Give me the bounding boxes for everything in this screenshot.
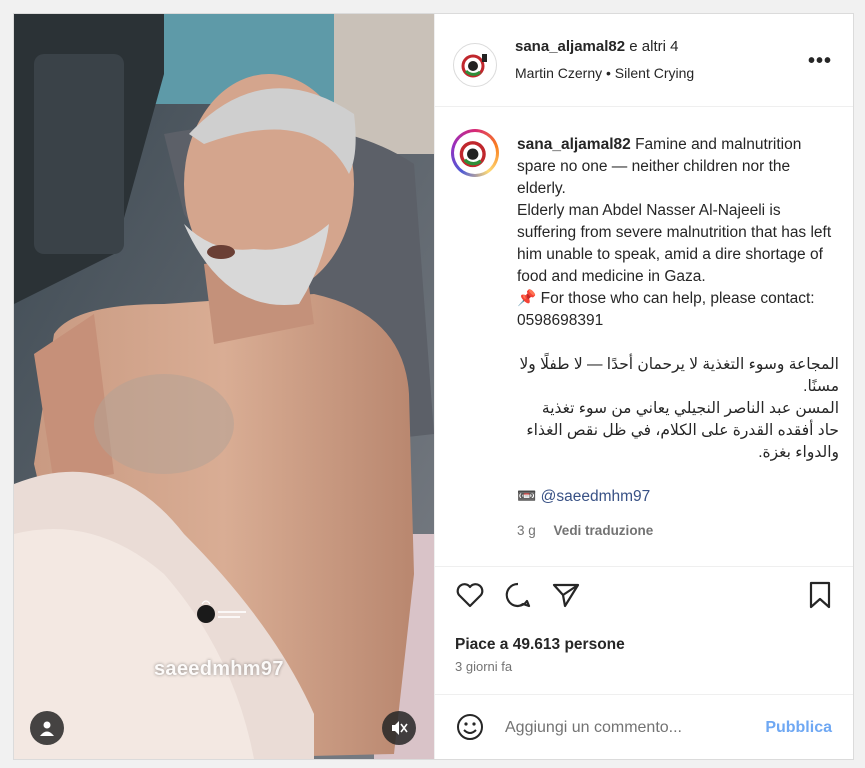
post-caption: sana_aljamal82 Famine and malnutrition s… bbox=[517, 134, 839, 508]
caption-body-ar: المسن عبد الناصر النجيلي يعاني من سوء تغ… bbox=[526, 400, 839, 461]
post-date: 3 giorni fa bbox=[455, 659, 513, 674]
more-options-button[interactable]: ••• bbox=[808, 50, 832, 73]
post-media[interactable]: saeedmhm97 bbox=[14, 14, 434, 759]
translate-link[interactable]: Vedi traduzione bbox=[554, 523, 654, 538]
post-header: sana_aljamal82 e altri 4 Martin Czerny •… bbox=[435, 14, 853, 107]
caption-username[interactable]: sana_aljamal82 bbox=[517, 136, 631, 153]
caption-avatar[interactable] bbox=[451, 129, 499, 177]
coauthors-link[interactable]: e altri 4 bbox=[625, 38, 678, 55]
audio-track[interactable]: Martin Czerny • Silent Crying bbox=[515, 65, 694, 81]
caption-author-logo-icon bbox=[459, 141, 486, 168]
comment-input[interactable]: Aggiungi un commento... bbox=[505, 719, 682, 737]
post-photo bbox=[14, 14, 434, 759]
more-icon: ••• bbox=[807, 50, 832, 72]
post-dialog: saeedmhm97 sana_aljamal82 e altri 4 Mart… bbox=[13, 13, 854, 760]
user-tag-button[interactable] bbox=[30, 711, 64, 745]
caption-intro-ar: المجاعة وسوء التغذية لا يرحمان أحدًا — ل… bbox=[519, 356, 839, 395]
send-icon[interactable] bbox=[551, 580, 581, 610]
watermark-logo bbox=[197, 600, 246, 623]
divider bbox=[435, 566, 853, 567]
emoji-icon[interactable] bbox=[455, 712, 485, 742]
header-title: sana_aljamal82 e altri 4 bbox=[515, 38, 678, 55]
author-username[interactable]: sana_aljamal82 bbox=[515, 38, 625, 55]
caption-age: 3 g bbox=[517, 523, 536, 538]
mention-link[interactable]: @saeedmhm97 bbox=[541, 488, 651, 505]
muted-speaker-icon bbox=[392, 721, 408, 735]
media-watermark: saeedmhm97 bbox=[154, 658, 284, 680]
likes-count[interactable]: Piace a 49.613 persone bbox=[455, 636, 625, 654]
post-panel: sana_aljamal82 e altri 4 Martin Czerny •… bbox=[434, 14, 853, 759]
action-bar bbox=[455, 580, 835, 614]
author-logo-icon bbox=[461, 54, 487, 78]
heart-icon[interactable] bbox=[455, 580, 485, 610]
caption-help-en: 📌 For those who can help, please contact… bbox=[517, 290, 815, 329]
bookmark-icon[interactable] bbox=[805, 580, 835, 610]
publish-button[interactable]: Pubblica bbox=[765, 719, 832, 737]
mention-icon: 📼 bbox=[517, 488, 537, 505]
caption-body-en: Elderly man Abdel Nasser Al-Najeeli is s… bbox=[517, 202, 832, 285]
author-avatar[interactable] bbox=[453, 43, 497, 87]
caption-meta: 3 g Vedi traduzione bbox=[517, 523, 653, 538]
divider bbox=[435, 694, 853, 695]
comment-icon[interactable] bbox=[503, 580, 533, 610]
user-tag-icon bbox=[40, 721, 54, 736]
mute-button[interactable] bbox=[382, 711, 416, 745]
